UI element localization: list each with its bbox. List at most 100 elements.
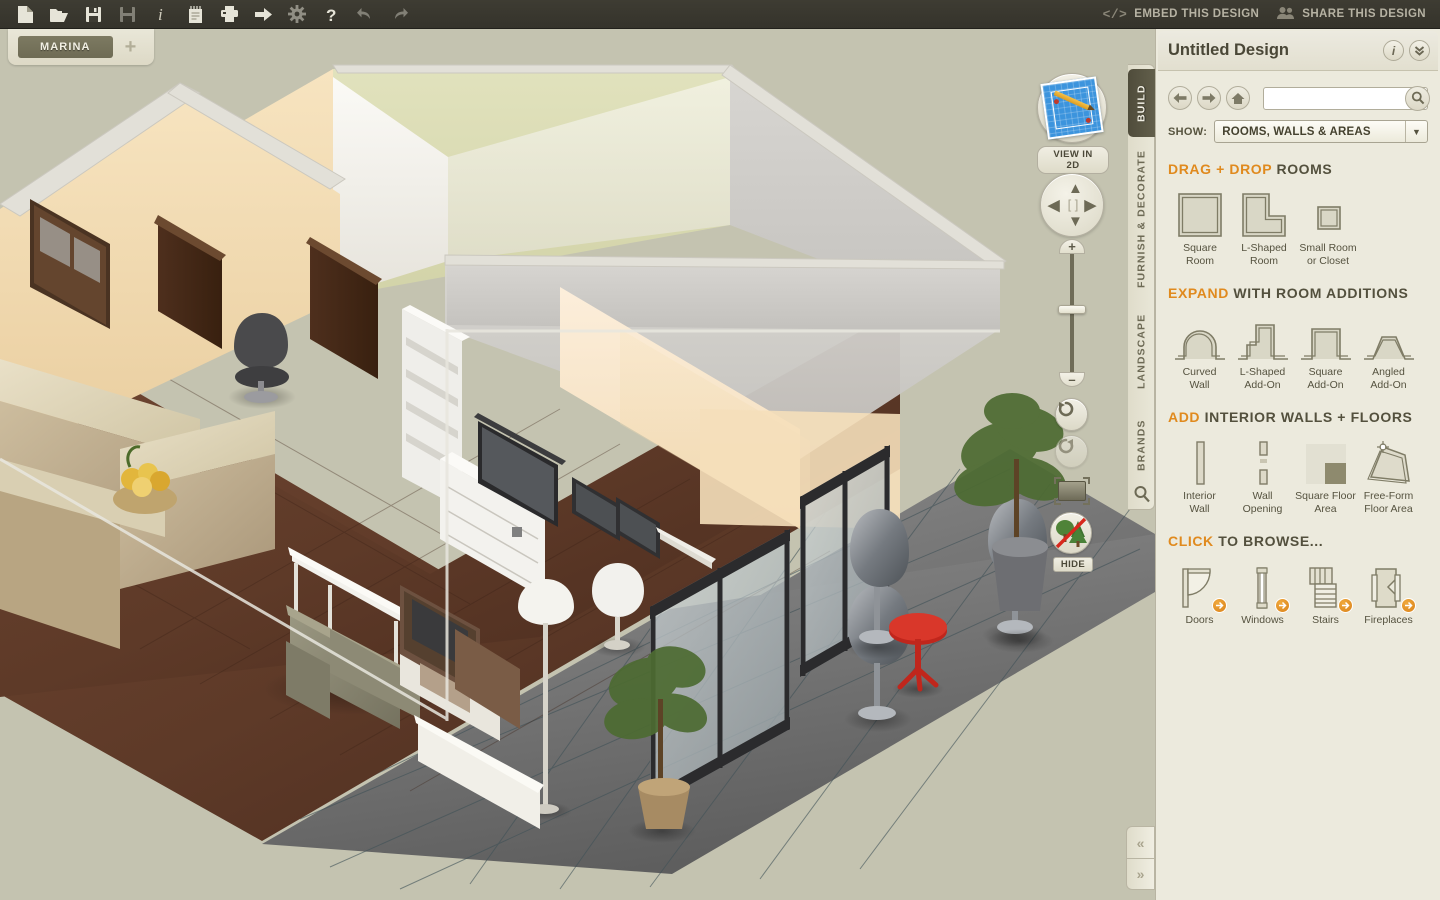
wall-opening-icon bbox=[1231, 431, 1294, 487]
item-small-room-or-closet[interactable]: Small Room or Closet bbox=[1296, 183, 1360, 267]
notes-icon[interactable] bbox=[178, 1, 212, 28]
doors-icon bbox=[1168, 555, 1231, 613]
item-l-shaped-room[interactable]: L-Shaped Room bbox=[1232, 183, 1296, 267]
item-l-shaped-addon[interactable]: L-Shaped Add-On bbox=[1231, 307, 1294, 391]
item-free-form-floor-area[interactable]: Free-Form Floor Area bbox=[1357, 431, 1420, 515]
new-file-icon[interactable] bbox=[8, 1, 42, 28]
section-drag-drop-rooms: DRAG + DROP ROOMS Square Room L-Shaped Roo… bbox=[1156, 161, 1440, 267]
pan-right-icon[interactable]: ▶ bbox=[1084, 198, 1096, 213]
item-doors[interactable]: Doors bbox=[1168, 555, 1231, 627]
view-in-2d-control[interactable]: VIEW IN 2D bbox=[1037, 73, 1109, 174]
recenter-icon[interactable]: [ ] bbox=[1065, 198, 1081, 212]
square-addon-icon bbox=[1294, 307, 1357, 363]
section-room-additions: EXPAND WITH ROOM ADDITIONS Curved Wall L-… bbox=[1156, 285, 1440, 391]
rotate-right-icon bbox=[1058, 438, 1074, 454]
hide-trees-icon bbox=[1055, 517, 1087, 549]
category-tab-brands[interactable]: BRANDS bbox=[1128, 407, 1155, 483]
document-tab-strip: MARINA + bbox=[0, 29, 1155, 65]
save-as-icon[interactable] bbox=[110, 1, 144, 28]
item-stairs[interactable]: Stairs bbox=[1294, 555, 1357, 627]
item-label: Windows bbox=[1241, 614, 1284, 626]
search-input[interactable] bbox=[1263, 86, 1428, 110]
chevron-down-icon[interactable]: ▼ bbox=[1405, 121, 1427, 142]
view-in-2d-button[interactable] bbox=[1037, 73, 1107, 143]
browse-badge-icon bbox=[1401, 598, 1416, 613]
search-button[interactable] bbox=[1405, 85, 1430, 111]
document-tab-marina[interactable]: MARINA bbox=[18, 36, 113, 58]
item-windows[interactable]: Windows bbox=[1231, 555, 1294, 627]
curved-wall-icon bbox=[1168, 307, 1231, 363]
open-folder-icon[interactable] bbox=[42, 1, 76, 28]
help-icon[interactable]: ? bbox=[314, 1, 348, 28]
info-icon[interactable]: i bbox=[144, 1, 178, 28]
item-fireplaces[interactable]: Fireplaces bbox=[1357, 555, 1420, 627]
rotate-left-icon bbox=[1058, 401, 1074, 417]
rotate-right-button[interactable] bbox=[1055, 435, 1088, 468]
embed-design-button[interactable]: </> EMBED THIS DESIGN bbox=[1103, 7, 1260, 22]
rotate-left-button[interactable] bbox=[1055, 398, 1088, 431]
zoom-in-button[interactable]: + bbox=[1059, 239, 1085, 254]
panel-home-button[interactable] bbox=[1226, 86, 1250, 110]
hide-objects-button[interactable] bbox=[1050, 512, 1092, 554]
panel-collapse-button[interactable] bbox=[1409, 40, 1430, 61]
share-design-label: SHARE THIS DESIGN bbox=[1302, 8, 1426, 20]
settings-gear-icon[interactable] bbox=[280, 1, 314, 28]
windows-icon bbox=[1231, 555, 1294, 613]
print-icon[interactable] bbox=[212, 1, 246, 28]
add-tab-button[interactable]: + bbox=[119, 37, 143, 57]
show-label: SHOW: bbox=[1168, 125, 1208, 138]
panel-back-button[interactable] bbox=[1168, 86, 1192, 110]
navigation-pad[interactable]: ▲ ▼ ◀ ▶ [ ] bbox=[1040, 173, 1104, 237]
section-title: DRAG + DROP ROOMS bbox=[1168, 161, 1428, 177]
zoom-slider[interactable]: + – bbox=[1057, 239, 1087, 387]
save-icon[interactable] bbox=[76, 1, 110, 28]
redo-icon[interactable] bbox=[382, 1, 416, 28]
zoom-handle[interactable] bbox=[1058, 305, 1086, 314]
item-wall-opening[interactable]: Wall Opening bbox=[1231, 431, 1294, 515]
pan-up-icon[interactable]: ▲ bbox=[1068, 181, 1083, 196]
item-interior-wall[interactable]: Interior Wall bbox=[1168, 431, 1231, 515]
show-dropdown[interactable]: ROOMS, WALLS & AREAS ▼ bbox=[1214, 120, 1428, 143]
view-in-2d-label[interactable]: VIEW IN 2D bbox=[1037, 146, 1109, 174]
hide-label[interactable]: HIDE bbox=[1052, 557, 1094, 572]
svg-text:?: ? bbox=[326, 6, 336, 24]
pan-left-icon[interactable]: ◀ bbox=[1048, 198, 1060, 213]
toolbar-icon-group: i ? bbox=[0, 1, 416, 28]
item-square-floor-area[interactable]: Square Floor Area bbox=[1294, 431, 1357, 515]
section-title-rest: ROOMS bbox=[1276, 161, 1333, 177]
item-curved-wall[interactable]: Curved Wall bbox=[1168, 307, 1231, 391]
small-room-icon bbox=[1296, 183, 1360, 239]
screen-icon bbox=[1058, 481, 1086, 501]
share-design-button[interactable]: SHARE THIS DESIGN bbox=[1277, 6, 1426, 23]
section-title: ADD INTERIOR WALLS + FLOORS bbox=[1168, 409, 1428, 425]
item-label: Curved Wall bbox=[1182, 366, 1217, 391]
collapse-left-button[interactable]: « bbox=[1126, 826, 1155, 858]
pan-down-icon[interactable]: ▼ bbox=[1068, 214, 1083, 229]
item-square-addon[interactable]: Square Add-On bbox=[1294, 307, 1357, 391]
section-title-rest: INTERIOR WALLS + FLOORS bbox=[1204, 409, 1413, 425]
category-tab-build[interactable]: BUILD bbox=[1128, 69, 1155, 137]
item-square-room[interactable]: Square Room bbox=[1168, 183, 1232, 267]
hide-objects-control[interactable]: HIDE bbox=[1050, 512, 1096, 572]
collapse-right-button[interactable]: » bbox=[1126, 858, 1155, 890]
browse-badge-icon bbox=[1275, 598, 1290, 613]
fullscreen-button[interactable] bbox=[1054, 477, 1090, 505]
category-tab-furnish-decorate[interactable]: FURNISH & DECORATE bbox=[1128, 143, 1155, 295]
blueprint-icon bbox=[1040, 76, 1104, 140]
undo-icon[interactable] bbox=[348, 1, 382, 28]
design-canvas-3d[interactable]: VIEW IN 2D ▲ ▼ ◀ ▶ [ ] + – HIDE bbox=[0, 29, 1155, 900]
zoom-out-button[interactable]: – bbox=[1059, 372, 1085, 387]
item-angled-addon[interactable]: Angled Add-On bbox=[1357, 307, 1420, 391]
panel-search[interactable] bbox=[1263, 85, 1430, 111]
design-info-button[interactable]: i bbox=[1383, 40, 1404, 61]
category-search-icon[interactable] bbox=[1133, 485, 1151, 503]
export-icon[interactable] bbox=[246, 1, 280, 28]
item-label: Square Room bbox=[1183, 242, 1217, 267]
section-title-rest: TO BROWSE... bbox=[1218, 533, 1324, 549]
arrow-left-icon bbox=[1173, 93, 1187, 103]
item-label: Angled Add-On bbox=[1370, 366, 1407, 391]
panel-forward-button[interactable] bbox=[1197, 86, 1221, 110]
category-tab-landscape[interactable]: LANDSCAPE bbox=[1128, 301, 1155, 401]
section-title-highlight: CLICK bbox=[1168, 533, 1214, 549]
square-floor-area-icon bbox=[1294, 431, 1357, 487]
